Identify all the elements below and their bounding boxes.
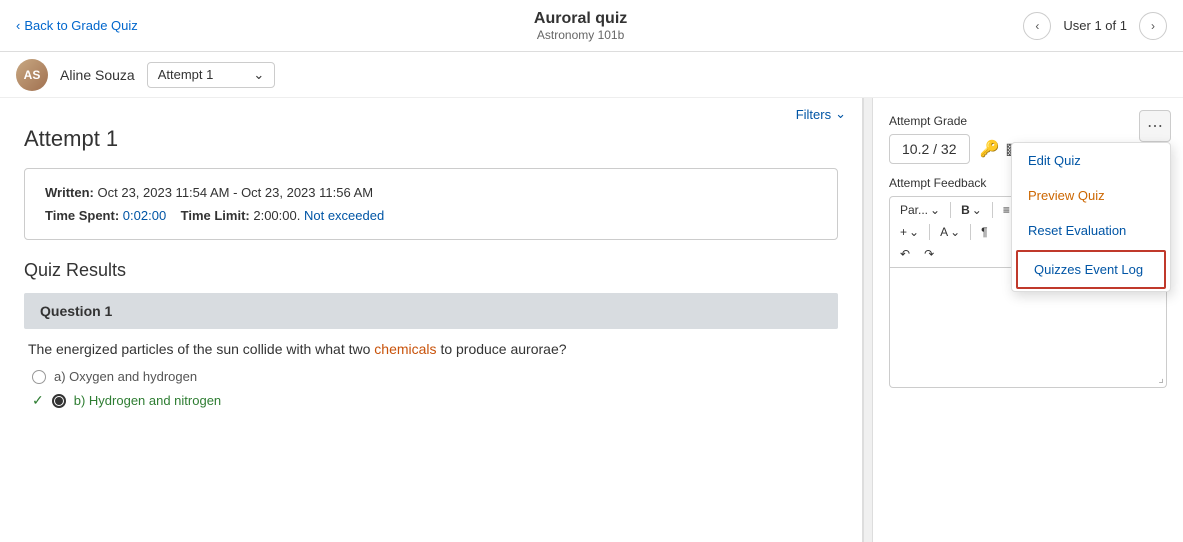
right-panel: ⋯ Attempt Grade 10.2 / 32 🔑 ▩ Attempt Fe…: [873, 98, 1183, 542]
undo-button[interactable]: ↶: [896, 245, 914, 263]
toolbar-divider-2: [992, 202, 993, 218]
attempt-grade-label: Attempt Grade: [889, 114, 1167, 128]
add-chevron-icon: ⌄: [909, 225, 919, 239]
bold-chevron-icon: ⌄: [972, 203, 982, 217]
edit-quiz-item[interactable]: Edit Quiz: [1012, 143, 1170, 178]
header: ‹ Back to Grade Quiz Auroral quiz Astron…: [0, 0, 1183, 52]
quiz-title: Auroral quiz: [534, 10, 627, 28]
prev-user-button[interactable]: ‹: [1023, 12, 1051, 40]
font-chevron-icon: ⌄: [950, 225, 960, 239]
time-limit-label: Time Limit:: [181, 208, 250, 223]
filters-link[interactable]: Filters ⌄: [796, 106, 846, 122]
time-limit-value: 2:00:00.: [253, 208, 300, 223]
next-user-button[interactable]: ›: [1139, 12, 1167, 40]
par-label: Par...: [900, 203, 928, 217]
add-dropdown[interactable]: + ⌄: [896, 223, 923, 241]
preview-quiz-item[interactable]: Preview Quiz: [1012, 178, 1170, 213]
written-value: Oct 23, 2023 11:54 AM - Oct 23, 2023 11:…: [98, 185, 374, 200]
option-b: ✓ b) Hydrogen and nitrogen: [24, 392, 838, 409]
time-row: Time Spent: 0:02:00 Time Limit: 2:00:00.…: [45, 208, 817, 223]
attempt-select-label: Attempt 1: [158, 67, 214, 82]
written-label: Written:: [45, 185, 94, 200]
attempt-info-box: Written: Oct 23, 2023 11:54 AM - Oct 23,…: [24, 168, 838, 240]
style-button[interactable]: ¶: [977, 223, 991, 241]
back-label: Back to Grade Quiz: [24, 18, 137, 33]
option-b-radio-inner: [55, 397, 63, 405]
option-a-text: a) Oxygen and hydrogen: [54, 369, 197, 384]
font-label: A: [940, 225, 948, 239]
style-label: ¶: [981, 225, 987, 239]
question-text-before: The energized particles of the sun colli…: [28, 341, 370, 357]
option-a-radio: [32, 370, 46, 384]
grade-box[interactable]: 10.2 / 32: [889, 134, 970, 164]
time-spent-label: Time Spent:: [45, 208, 119, 223]
question-text-after: to produce aurorae?: [440, 341, 566, 357]
font-dropdown[interactable]: A ⌄: [936, 223, 964, 241]
filters-bar: Filters ⌄: [0, 98, 862, 126]
reset-evaluation-item[interactable]: Reset Evaluation: [1012, 213, 1170, 248]
header-title: Auroral quiz Astronomy 101b: [534, 10, 627, 42]
header-left: ‹ Back to Grade Quiz: [16, 18, 138, 33]
correct-check-icon: ✓: [32, 392, 44, 409]
question-1-header: Question 1: [24, 293, 838, 329]
quizzes-event-log-item[interactable]: Quizzes Event Log: [1016, 250, 1166, 289]
toolbar-divider-1: [950, 202, 951, 218]
question-text-highlight: chemicals: [374, 341, 436, 357]
question-text: The energized particles of the sun colli…: [24, 341, 838, 357]
course-label: Astronomy 101b: [534, 28, 627, 42]
more-options-button[interactable]: ⋯: [1139, 110, 1171, 142]
filters-label: Filters: [796, 107, 831, 122]
chevron-down-icon: ⌄: [253, 67, 264, 83]
paragraph-dropdown[interactable]: Par... ⌄: [896, 201, 944, 219]
toolbar-divider-4: [970, 224, 971, 240]
par-chevron-icon: ⌄: [930, 203, 940, 217]
user-label: User 1 of 1: [1063, 18, 1127, 33]
mid-separator: [863, 98, 873, 542]
back-chevron-icon: ‹: [16, 18, 20, 33]
align-label: ≡: [1003, 203, 1010, 217]
content-area: Attempt 1 Written: Oct 23, 2023 11:54 AM…: [0, 126, 862, 433]
back-to-grade-quiz-link[interactable]: ‹ Back to Grade Quiz: [16, 18, 138, 33]
resize-handle-icon: ⌟: [1158, 371, 1164, 385]
toolbar-divider-3: [929, 224, 930, 240]
sub-header: AS Aline Souza Attempt 1 ⌄: [0, 52, 1183, 98]
main-container: Filters ⌄ Attempt 1 Written: Oct 23, 202…: [0, 98, 1183, 542]
dropdown-menu: Edit Quiz Preview Quiz Reset Evaluation …: [1011, 142, 1171, 292]
attempt-select-dropdown[interactable]: Attempt 1 ⌄: [147, 62, 276, 88]
filters-chevron-icon: ⌄: [835, 106, 846, 122]
bold-dropdown[interactable]: B ⌄: [957, 201, 986, 219]
time-spent-value: 0:02:00: [123, 208, 166, 223]
option-b-text: b) Hydrogen and nitrogen: [74, 393, 221, 408]
option-b-radio: [52, 394, 66, 408]
bold-label: B: [961, 203, 970, 217]
option-a: a) Oxygen and hydrogen: [24, 369, 838, 384]
left-panel: Filters ⌄ Attempt 1 Written: Oct 23, 202…: [0, 98, 863, 542]
quiz-results-title: Quiz Results: [24, 260, 838, 281]
key-icon[interactable]: 🔑: [980, 139, 1000, 159]
user-name: Aline Souza: [60, 67, 135, 83]
avatar-image: AS: [16, 59, 48, 91]
header-right: ‹ User 1 of 1 ›: [1023, 12, 1167, 40]
redo-button[interactable]: ↷: [920, 245, 938, 263]
written-row: Written: Oct 23, 2023 11:54 AM - Oct 23,…: [45, 185, 817, 200]
avatar: AS: [16, 59, 48, 91]
add-label: +: [900, 225, 907, 239]
question-1-label: Question 1: [40, 303, 112, 319]
not-exceeded: Not exceeded: [304, 208, 384, 223]
attempt-title: Attempt 1: [24, 126, 838, 152]
